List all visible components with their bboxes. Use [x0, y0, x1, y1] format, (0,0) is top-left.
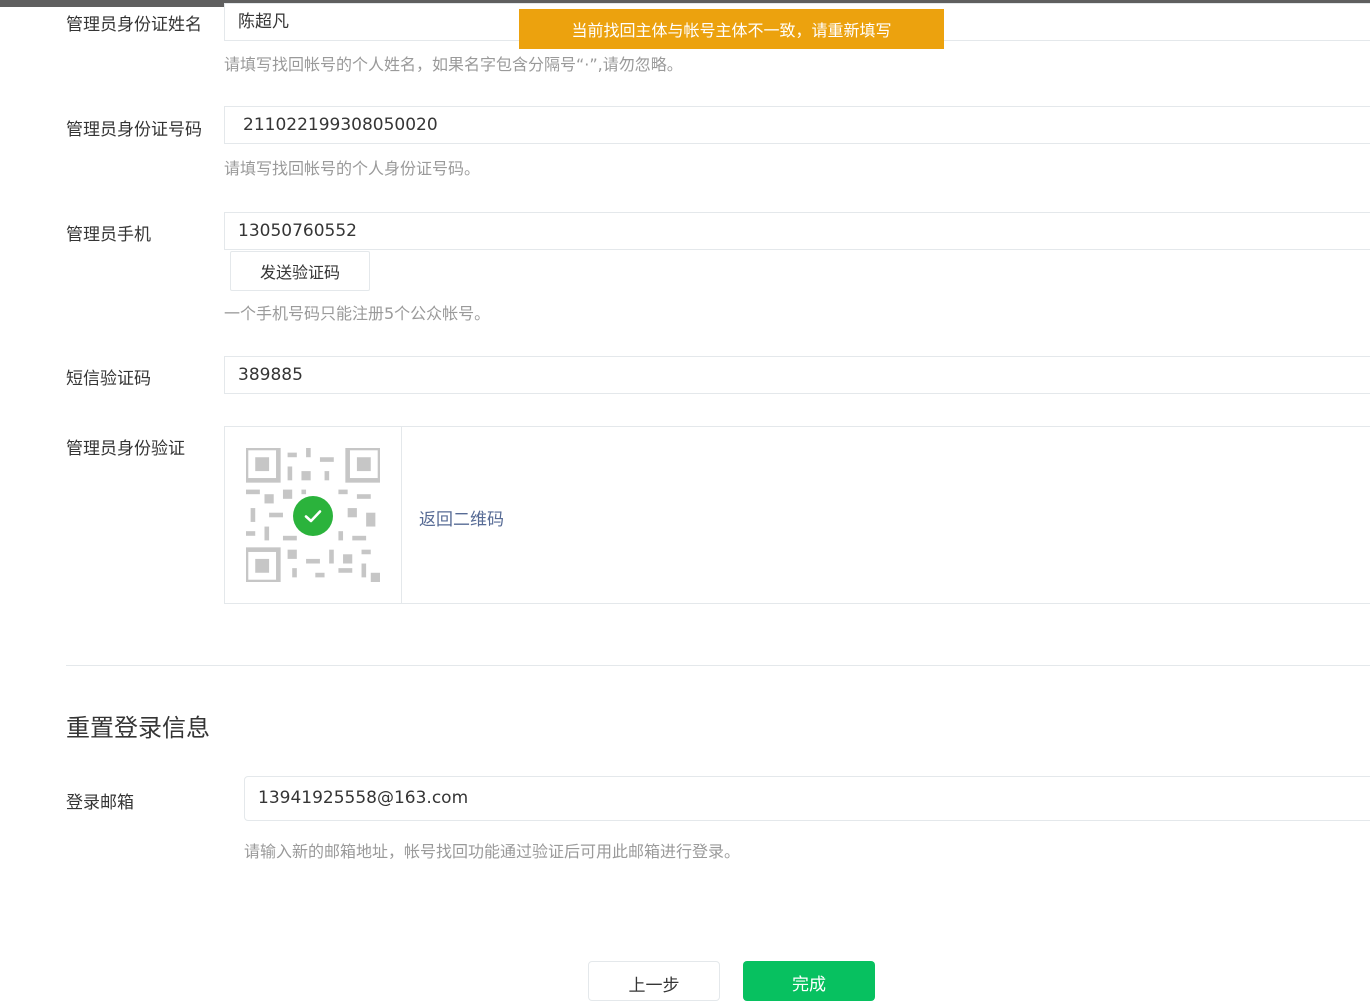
admin-phone-label: 管理员手机	[66, 225, 151, 245]
admin-name-label: 管理员身份证姓名	[66, 15, 202, 35]
send-code-button[interactable]: 发送验证码	[230, 251, 370, 291]
back-to-qr-link[interactable]: 返回二维码	[419, 505, 504, 530]
admin-id-hint: 请填写找回帐号的个人身份证号码。	[224, 159, 481, 178]
error-toast: 当前找回主体与帐号主体不一致，请重新填写	[519, 9, 944, 49]
section-divider	[66, 665, 1370, 666]
identity-verify-label: 管理员身份验证	[66, 439, 185, 459]
qr-code-cell	[225, 427, 402, 603]
sms-code-label: 短信验证码	[66, 369, 151, 389]
check-circle-icon	[293, 496, 333, 536]
admin-phone-hint: 一个手机号码只能注册5个公众帐号。	[224, 304, 491, 323]
login-email-input[interactable]: 13941925558@163.com	[244, 776, 1370, 821]
sms-code-input[interactable]: 389885	[224, 356, 1370, 394]
done-button[interactable]: 完成	[743, 961, 875, 1001]
admin-id-label: 管理员身份证号码	[66, 120, 202, 140]
reset-login-title: 重置登录信息	[66, 714, 210, 742]
login-email-label: 登录邮箱	[66, 793, 134, 813]
admin-id-input[interactable]: 211022199308050020	[224, 106, 1370, 144]
login-email-hint: 请输入新的邮箱地址，帐号找回功能通过验证后可用此邮箱进行登录。	[244, 842, 741, 861]
prev-step-button[interactable]: 上一步	[588, 961, 720, 1001]
admin-name-hint: 请填写找回帐号的个人姓名，如果名字包含分隔号“·”,请勿忽略。	[224, 55, 683, 74]
admin-phone-input[interactable]: 13050760552	[224, 212, 1370, 250]
identity-verify-box: 返回二维码	[224, 426, 1370, 604]
